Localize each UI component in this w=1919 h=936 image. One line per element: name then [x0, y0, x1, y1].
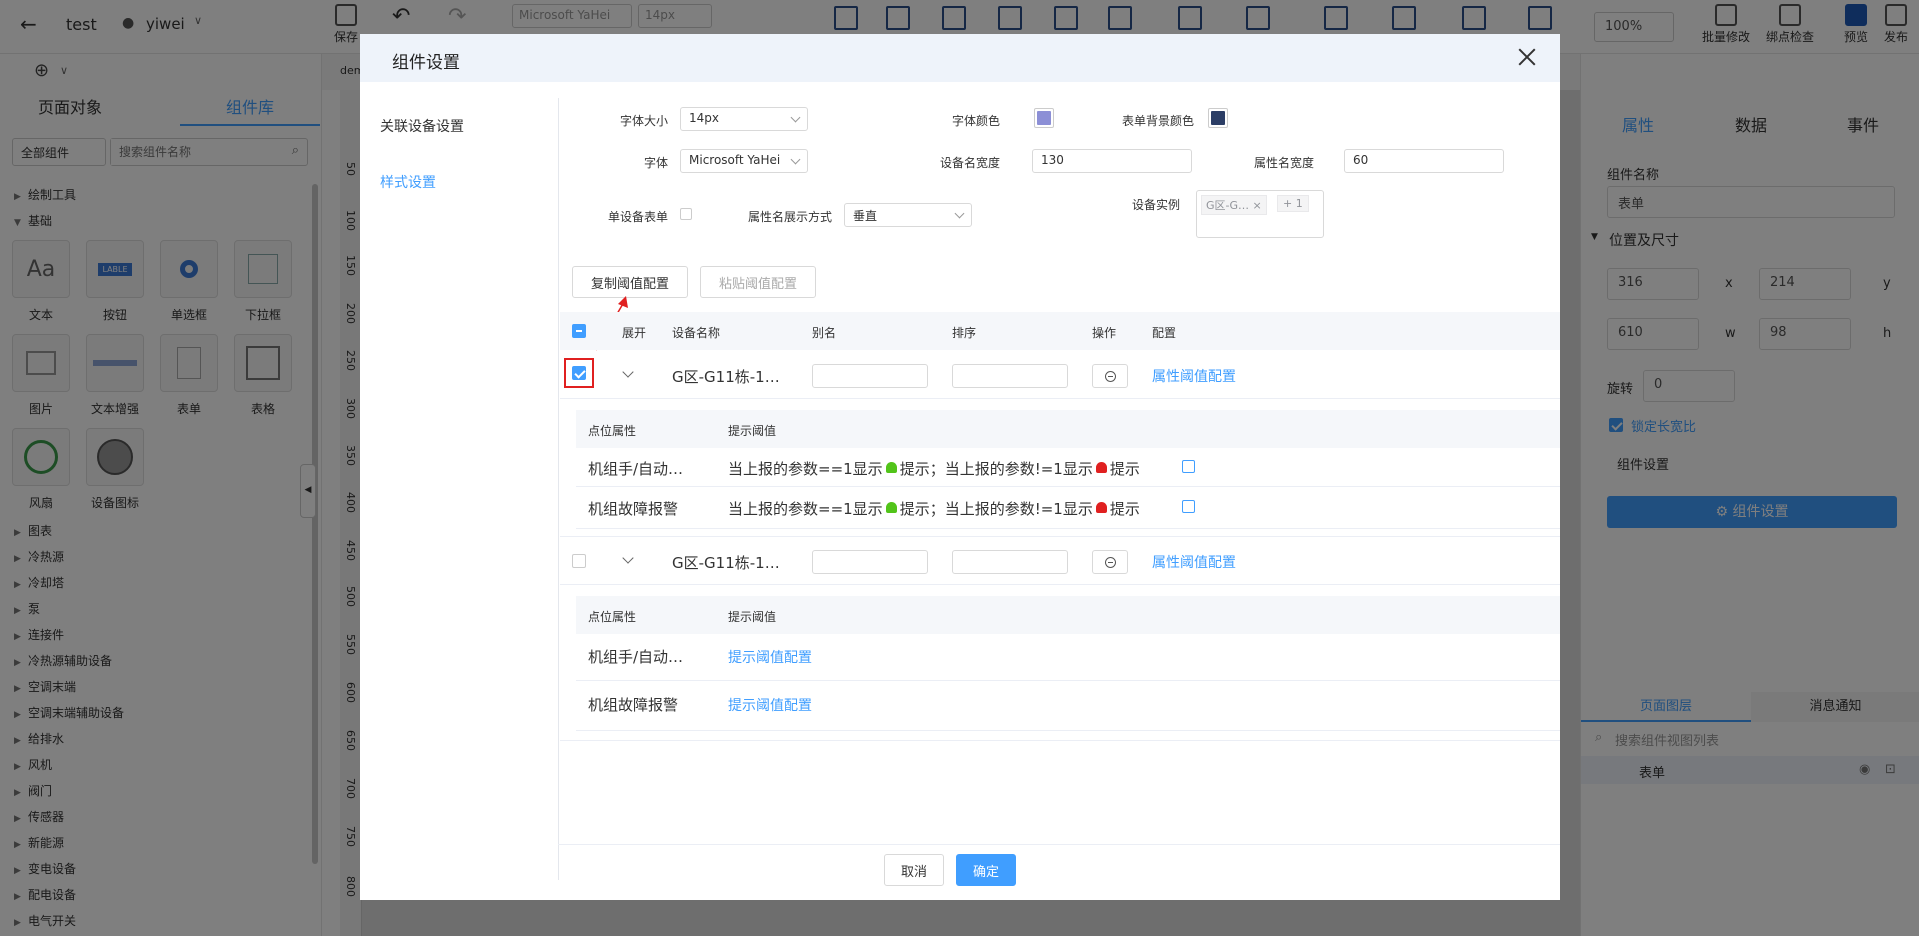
threshold-config-link[interactable]: 提示阈值配置 — [728, 695, 812, 715]
select-all-checkbox[interactable] — [572, 324, 586, 338]
divider — [576, 680, 1560, 681]
form-bg-color-label: 表单背景颜色 — [1121, 114, 1194, 128]
font-select[interactable]: Microsoft YaHei — [680, 149, 808, 173]
confirm-button[interactable]: 确定 — [956, 854, 1016, 886]
attr-display-mode-select[interactable]: 垂直 — [844, 203, 972, 227]
divider — [576, 486, 1560, 487]
single-device-form-label: 单设备表单 — [607, 210, 668, 224]
alias-input[interactable] — [812, 550, 928, 574]
font-label: 字体 — [643, 156, 668, 170]
point-attr: 机组故障报警 — [588, 696, 679, 714]
edit-icon[interactable] — [1182, 500, 1195, 513]
green-bell-icon — [885, 462, 897, 473]
row-checkbox[interactable] — [572, 366, 586, 380]
edit-icon[interactable] — [1182, 460, 1195, 473]
single-device-form-checkbox[interactable] — [680, 208, 692, 220]
remove-button[interactable] — [1092, 550, 1128, 574]
dialog-header: 组件设置 — [360, 34, 1560, 82]
close-icon[interactable]: × — [1253, 199, 1262, 212]
attr-threshold-config-link[interactable]: 属性阈值配置 — [1152, 552, 1236, 572]
red-bell-icon — [1095, 462, 1107, 473]
divider — [560, 584, 1560, 585]
point-attr: 机组手/自动… — [588, 460, 684, 478]
close-icon[interactable] — [1516, 46, 1538, 68]
attr-display-mode-label: 属性名展示方式 — [747, 210, 832, 224]
divider — [560, 536, 1560, 537]
device-name: G区-G11栋-1… — [672, 554, 780, 572]
col-point-attr: 点位属性 — [588, 424, 637, 438]
attr-threshold-config-link[interactable]: 属性阈值配置 — [1152, 366, 1236, 386]
col-expand: 展开 — [622, 326, 647, 340]
col-threshold: 提示阈值 — [728, 610, 777, 624]
nav-device-settings[interactable]: 关联设备设置 — [380, 116, 464, 136]
attr-name-width-input[interactable]: 60 — [1344, 149, 1504, 173]
threshold-text: 当上报的参数==1显示 提示；当上报的参数!=1显示 提示 — [728, 500, 1140, 518]
divider — [576, 730, 1560, 731]
sub-table-header — [576, 596, 1560, 634]
threshold-config-link[interactable]: 提示阈值配置 — [728, 647, 812, 667]
font-color-swatch — [1037, 111, 1051, 125]
device-name-width-label: 设备名宽度 — [939, 156, 1000, 170]
cancel-button[interactable]: 取消 — [884, 854, 944, 886]
device-instance-select[interactable]: G区-G… × + 1 — [1196, 190, 1324, 238]
paste-threshold-button[interactable]: 粘贴阈值配置 — [700, 266, 816, 298]
form-bg-color-picker[interactable] — [1208, 108, 1228, 128]
divider — [576, 528, 1560, 529]
col-alias: 别名 — [812, 326, 837, 340]
alias-input[interactable] — [812, 364, 928, 388]
divider — [560, 398, 1560, 399]
remove-button[interactable] — [1092, 364, 1128, 388]
divider — [558, 844, 1560, 845]
device-name-width-input[interactable]: 130 — [1032, 149, 1192, 173]
divider — [558, 98, 559, 880]
nav-style-settings[interactable]: 样式设置 — [380, 172, 436, 192]
chevron-down-icon[interactable] — [622, 552, 634, 564]
minus-circle-icon — [1104, 370, 1116, 382]
red-bell-icon — [1095, 502, 1107, 513]
col-threshold: 提示阈值 — [728, 424, 777, 438]
col-action: 操作 — [1092, 326, 1117, 340]
col-device-name: 设备名称 — [672, 326, 721, 340]
sort-input[interactable] — [952, 364, 1068, 388]
component-settings-dialog: 组件设置 关联设备设置 样式设置 字体大小 14px 字体颜色 表单背景颜色 字… — [360, 34, 1560, 900]
form-bg-color-swatch — [1211, 111, 1225, 125]
sort-input[interactable] — [952, 550, 1068, 574]
font-color-picker[interactable] — [1034, 108, 1054, 128]
minus-circle-icon — [1104, 556, 1116, 568]
dialog-title: 组件设置 — [392, 53, 460, 73]
device-instance-label: 设备实例 — [1131, 198, 1180, 212]
font-size-label: 字体大小 — [619, 114, 668, 128]
sub-table-header — [576, 410, 1560, 448]
green-bell-icon — [885, 502, 897, 513]
threshold-text: 当上报的参数==1显示 提示；当上报的参数!=1显示 提示 — [728, 460, 1140, 478]
attr-name-width-label: 属性名宽度 — [1253, 156, 1314, 170]
font-size-select[interactable]: 14px — [680, 107, 808, 131]
col-sort: 排序 — [952, 326, 977, 340]
row-checkbox[interactable] — [572, 554, 586, 568]
divider — [560, 740, 1560, 741]
point-attr: 机组手/自动… — [588, 648, 684, 666]
font-color-label: 字体颜色 — [951, 114, 1000, 128]
instance-tag: G区-G… × — [1201, 195, 1267, 215]
instance-more-tag: + 1 — [1277, 195, 1309, 212]
chevron-down-icon[interactable] — [622, 366, 634, 378]
col-point-attr: 点位属性 — [588, 610, 637, 624]
col-config: 配置 — [1152, 326, 1177, 340]
device-name: G区-G11栋-1… — [672, 368, 780, 386]
point-attr: 机组故障报警 — [588, 500, 679, 518]
